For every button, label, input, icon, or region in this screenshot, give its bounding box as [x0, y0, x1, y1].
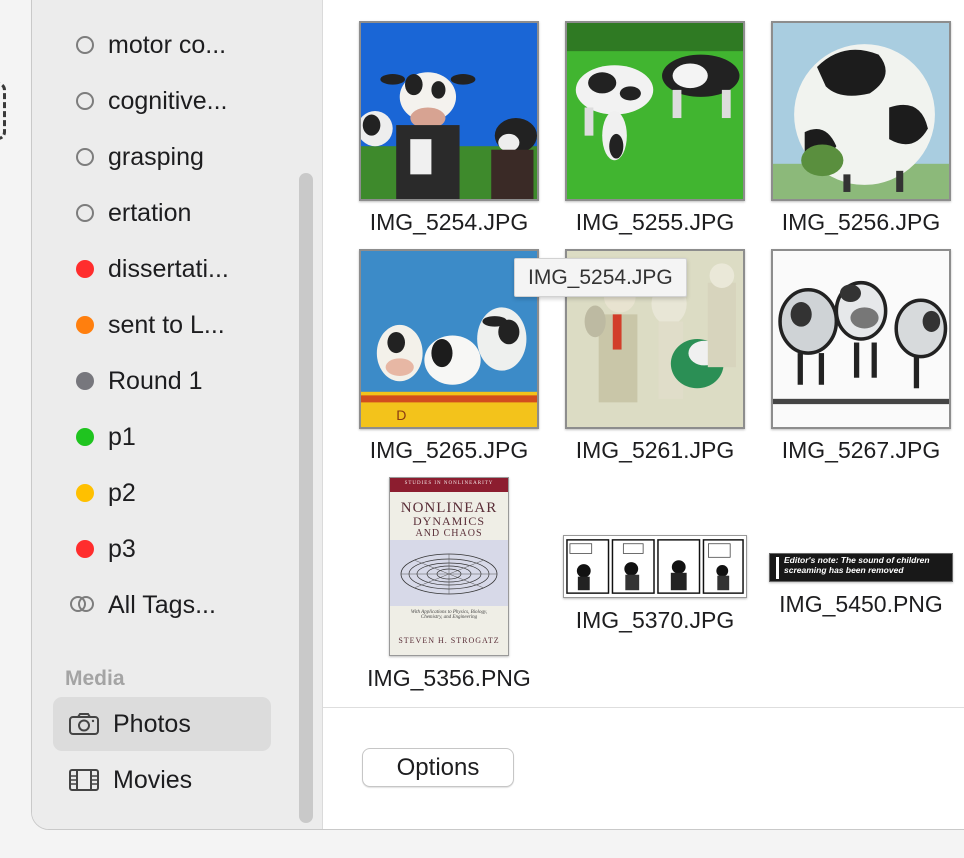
tag-label: motor co...	[108, 30, 227, 59]
tag-label: dissertati...	[108, 254, 229, 283]
sidebar-item-movies[interactable]: Movies	[53, 753, 271, 807]
thumbnail-img-5256[interactable]	[771, 21, 951, 201]
sidebar-item-label: Movies	[113, 765, 193, 794]
file-name-label: IMG_5254.JPG	[369, 209, 529, 235]
file-name-label: IMG_5255.JPG	[575, 209, 735, 235]
file-name-label: IMG_5356.PNG	[367, 665, 531, 691]
tag-label: p2	[108, 478, 136, 507]
media-section-header: Media	[65, 667, 125, 690]
book-title-line: DYNAMICS	[412, 514, 485, 528]
footer-divider	[323, 707, 964, 708]
file-name-label: IMG_5450.PNG	[779, 591, 943, 617]
partial-dashed-icon	[0, 82, 6, 140]
thumbnail-img-5255[interactable]	[565, 21, 745, 201]
tag-label: p3	[108, 534, 136, 563]
thumbnail-img-5370[interactable]	[563, 535, 747, 598]
file-name-label: IMG_5267.JPG	[781, 437, 941, 463]
all-tags-icon	[70, 595, 98, 615]
thumbnail-img-5265[interactable]: D	[359, 249, 539, 429]
film-icon	[69, 769, 99, 791]
sidebar-tag-item[interactable]: grasping	[52, 135, 272, 179]
attractor-illustration	[400, 553, 498, 595]
sidebar-item-label: Photos	[113, 709, 191, 738]
tag-dot-orange	[76, 316, 94, 334]
book-author: STEVEN H. STROGATZ	[398, 636, 500, 645]
sidebar-item-photos[interactable]: Photos	[53, 697, 271, 751]
tag-dot-red	[76, 540, 94, 558]
sidebar-tag-item[interactable]: cognitive...	[52, 79, 272, 123]
file-picker-window: motor co... cognitive... grasping ertati…	[31, 0, 964, 830]
tag-label: cognitive...	[108, 86, 228, 115]
sidebar-tag-item[interactable]: sent to L...	[52, 303, 272, 347]
tag-label: grasping	[108, 142, 204, 171]
tag-label: sent to L...	[108, 310, 225, 339]
file-name-label: IMG_5256.JPG	[781, 209, 941, 235]
sidebar: motor co... cognitive... grasping ertati…	[32, 0, 323, 829]
book-series: STUDIES IN NONLINEARITY	[404, 481, 494, 486]
camera-icon	[69, 713, 99, 735]
thumbnail-img-5356[interactable]: STUDIES IN NONLINEARITY NONLINEAR DYNAMI…	[389, 477, 509, 656]
tag-circle-icon	[76, 204, 94, 222]
sidebar-tag-item[interactable]: p1	[52, 415, 272, 459]
svg-text:D: D	[396, 407, 406, 423]
tag-dot-green	[76, 428, 94, 446]
sidebar-tag-item[interactable]: p3	[52, 527, 272, 571]
tag-label: ertation	[108, 198, 192, 227]
sidebar-tag-item[interactable]: dissertati...	[52, 247, 272, 291]
sidebar-tag-item[interactable]: p2	[52, 471, 272, 515]
file-name-label: IMG_5370.JPG	[575, 607, 735, 633]
book-subtitle: With Applications to Physics, Biology, C…	[410, 610, 488, 620]
file-name-label: IMG_5261.JPG	[575, 437, 735, 463]
all-tags-label: All Tags...	[108, 590, 216, 619]
caption-banner-text: Editor's note: The sound of children scr…	[784, 555, 930, 575]
file-grid: IMG_5254.JPG IMG_5255.JPG IMG_5256.JPG D	[323, 0, 964, 829]
tag-circle-icon	[76, 36, 94, 54]
tag-circle-icon	[76, 92, 94, 110]
tag-dot-gray	[76, 372, 94, 390]
book-title-line: AND CHAOS	[415, 528, 483, 539]
sidebar-all-tags[interactable]: All Tags...	[52, 583, 272, 627]
sidebar-tag-item[interactable]: Round 1	[52, 359, 272, 403]
tag-dot-red	[76, 260, 94, 278]
tag-dot-yellow	[76, 484, 94, 502]
sidebar-tag-item[interactable]: ertation	[52, 191, 272, 235]
thumbnail-img-5450[interactable]: Editor's note: The sound of children scr…	[769, 553, 953, 582]
sidebar-tag-item[interactable]: motor co...	[52, 23, 272, 67]
tag-label: p1	[108, 422, 136, 451]
file-name-label: IMG_5265.JPG	[369, 437, 529, 463]
tag-circle-icon	[76, 148, 94, 166]
thumbnail-img-5254[interactable]	[359, 21, 539, 201]
sidebar-scrollbar[interactable]	[299, 173, 313, 823]
tag-label: Round 1	[108, 366, 203, 395]
thumbnail-img-5267[interactable]	[771, 249, 951, 429]
file-name-tooltip: IMG_5254.JPG	[514, 258, 687, 297]
options-button[interactable]: Options	[362, 748, 514, 787]
